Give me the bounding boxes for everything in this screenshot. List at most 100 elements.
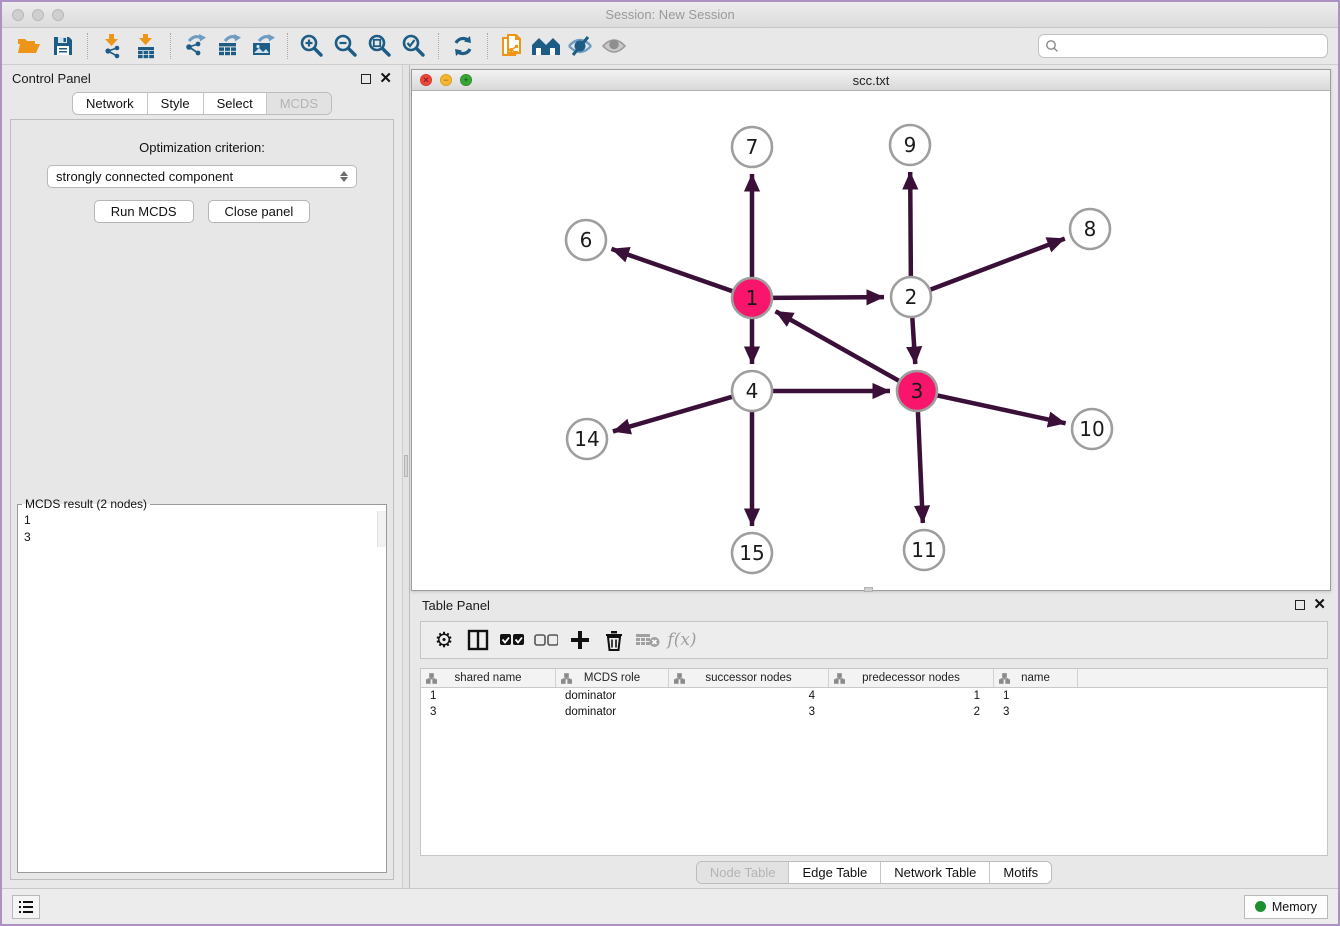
run-mcds-button[interactable]: Run MCDS	[94, 200, 194, 223]
tab-node-table[interactable]: Node Table	[697, 862, 790, 883]
table-cell[interactable]: dominator	[556, 704, 669, 720]
close-table-panel-icon[interactable]: ✕	[1313, 600, 1326, 610]
graph-edge-1-2[interactable]	[771, 297, 884, 298]
divider-grip[interactable]	[404, 455, 408, 477]
float-panel-icon[interactable]	[361, 74, 371, 84]
export-image-icon[interactable]	[246, 32, 280, 60]
column-header-name[interactable]: name	[994, 669, 1078, 687]
open-session-icon[interactable]	[12, 32, 46, 60]
column-header-MCDS-role[interactable]: MCDS role	[556, 669, 669, 687]
panel-divider[interactable]	[402, 65, 410, 888]
node-label: 6	[580, 228, 593, 252]
close-panel-icon[interactable]: ✕	[379, 74, 392, 84]
deselect-all-icon[interactable]	[531, 626, 561, 654]
save-session-icon[interactable]	[46, 32, 80, 60]
select-all-icon[interactable]	[497, 626, 527, 654]
tab-select[interactable]: Select	[204, 93, 267, 114]
delete-row-icon[interactable]	[599, 626, 629, 654]
zoom-fit-icon[interactable]	[363, 32, 397, 60]
network-canvas[interactable]: 7 9 6 8 1 2 4 3 14 10 15 11	[412, 91, 1330, 590]
tab-motifs[interactable]: Motifs	[990, 862, 1051, 883]
table-cell[interactable]: 3	[994, 704, 1078, 720]
graph-node-2[interactable]: 2	[891, 277, 931, 317]
table-cell[interactable]: 3	[421, 704, 556, 720]
zoom-out-icon[interactable]	[329, 32, 363, 60]
table-cell[interactable]: dominator	[556, 688, 669, 704]
control-panel: Control Panel ✕ NetworkStyleSelectMCDS O…	[2, 65, 402, 888]
tab-network[interactable]: Network	[73, 93, 148, 114]
tab-network-table[interactable]: Network Table	[881, 862, 990, 883]
task-history-button[interactable]	[12, 895, 40, 919]
mcds-result-list[interactable]: 13	[18, 511, 386, 547]
criterion-select[interactable]: strongly connected component	[47, 165, 357, 188]
network-close-icon[interactable]: ✕	[420, 74, 432, 86]
result-scrollbar[interactable]	[377, 511, 386, 547]
table-cell[interactable]: 1	[829, 688, 994, 704]
graph-edge-1-6[interactable]	[611, 249, 734, 292]
graph-node-10[interactable]: 10	[1072, 409, 1112, 449]
graph-edge-2-3[interactable]	[912, 316, 915, 364]
column-header-predecessor-nodes[interactable]: predecessor nodes	[829, 669, 994, 687]
table-row[interactable]: 3dominator323	[421, 704, 1327, 720]
graph-edge-3-10[interactable]	[936, 395, 1066, 423]
graph-edge-2-8[interactable]	[929, 239, 1065, 291]
table-cell[interactable]: 2	[829, 704, 994, 720]
network-window-titlebar[interactable]: ✕ − + scc.txt	[412, 70, 1330, 91]
title-bar: Session: New Session	[2, 2, 1338, 28]
graph-node-1[interactable]: 1	[732, 278, 772, 318]
tab-edge-table[interactable]: Edge Table	[789, 862, 881, 883]
table-cell[interactable]: 1	[994, 688, 1078, 704]
main-toolbar	[2, 28, 1338, 65]
search-input[interactable]	[1063, 36, 1321, 56]
network-resize-grip[interactable]	[864, 587, 873, 592]
node-label: 3	[911, 379, 924, 403]
node-label: 9	[904, 133, 917, 157]
status-bar: Memory	[2, 888, 1338, 924]
network-graph: 7 9 6 8 1 2 4 3 14 10 15 11	[412, 91, 1332, 589]
tab-style[interactable]: Style	[148, 93, 204, 114]
graph-edge-3-11[interactable]	[918, 410, 923, 523]
column-header-successor-nodes[interactable]: successor nodes	[669, 669, 829, 687]
show-graphics-details-icon[interactable]	[597, 32, 631, 60]
node-label: 14	[574, 427, 599, 451]
graph-edge-4-14[interactable]	[613, 396, 734, 431]
float-table-panel-icon[interactable]	[1295, 600, 1305, 610]
memory-button[interactable]: Memory	[1244, 895, 1328, 919]
table-row[interactable]: 1dominator411	[421, 688, 1327, 704]
graph-edge-2-9[interactable]	[910, 172, 911, 278]
hide-graphics-details-icon[interactable]	[563, 32, 597, 60]
close-panel-button[interactable]: Close panel	[208, 200, 311, 223]
zoom-selected-icon[interactable]	[397, 32, 431, 60]
table-cell[interactable]: 4	[669, 688, 829, 704]
import-table-icon[interactable]	[129, 32, 163, 60]
search-icon	[1045, 39, 1059, 53]
graph-node-15[interactable]: 15	[732, 533, 772, 573]
graph-node-11[interactable]: 11	[904, 530, 944, 570]
refresh-layout-icon[interactable]	[446, 32, 480, 60]
zoom-in-icon[interactable]	[295, 32, 329, 60]
network-home-icon[interactable]	[529, 32, 563, 60]
graph-edge-3-1[interactable]	[776, 311, 901, 381]
column-header-shared-name[interactable]: shared name	[421, 669, 556, 687]
graph-node-4[interactable]: 4	[732, 371, 772, 411]
table-cell[interactable]: 3	[669, 704, 829, 720]
export-table-icon[interactable]	[212, 32, 246, 60]
import-network-icon[interactable]	[95, 32, 129, 60]
export-network-icon[interactable]	[178, 32, 212, 60]
settings-icon[interactable]: ⚙	[429, 626, 459, 654]
clone-network-icon[interactable]	[495, 32, 529, 60]
add-row-icon[interactable]	[565, 626, 595, 654]
graph-node-9[interactable]: 9	[890, 125, 930, 165]
network-zoom-icon[interactable]: +	[460, 74, 472, 86]
columns-icon[interactable]	[463, 626, 493, 654]
network-minimize-icon[interactable]: −	[440, 74, 452, 86]
graph-node-6[interactable]: 6	[566, 220, 606, 260]
graph-node-8[interactable]: 8	[1070, 209, 1110, 249]
search-field[interactable]	[1038, 34, 1328, 58]
graph-node-14[interactable]: 14	[567, 419, 607, 459]
tab-mcds[interactable]: MCDS	[267, 93, 331, 114]
graph-node-7[interactable]: 7	[732, 127, 772, 167]
node-label: 4	[746, 379, 759, 403]
table-cell[interactable]: 1	[421, 688, 556, 704]
graph-node-3[interactable]: 3	[897, 371, 937, 411]
